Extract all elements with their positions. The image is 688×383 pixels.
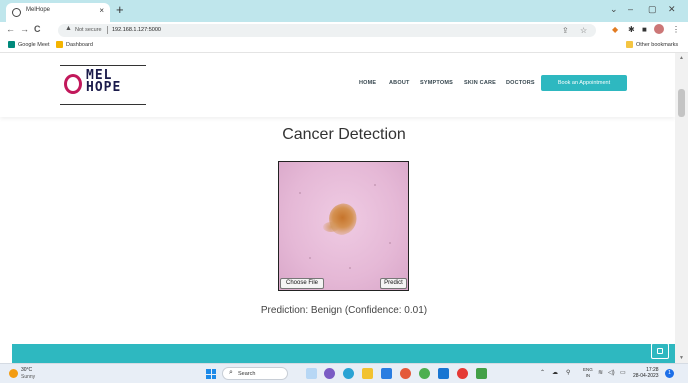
menu-dots-icon[interactable]: ⋮ <box>672 25 680 34</box>
chrome-icon[interactable] <box>400 368 411 379</box>
teams-chat-icon[interactable] <box>324 368 335 379</box>
other-bookmarks-label: Other bookmarks <box>636 41 679 48</box>
address-bar[interactable]: ▲ Not secure 192.168.1.127:5000 ⇪ ☆ <box>58 24 596 37</box>
url-text[interactable]: 192.168.1.127:5000 <box>112 27 161 33</box>
skin-speck <box>299 192 301 194</box>
skin-speck <box>374 184 376 186</box>
edge-icon[interactable] <box>343 368 354 379</box>
close-window-button[interactable]: ✕ <box>668 4 676 15</box>
site-logo[interactable]: MEL HOPE <box>60 65 146 105</box>
skin-speck <box>389 242 391 244</box>
wifi-icon[interactable]: ≋ <box>598 369 603 376</box>
nav-symptoms[interactable]: SYMPTOMS <box>420 80 453 86</box>
bookmark-label: Google Meet <box>18 41 50 48</box>
sun-icon[interactable] <box>9 369 18 378</box>
battery-icon[interactable]: ▭ <box>620 369 626 376</box>
browser-tab-bar: MelHope × + ⌄ – ▢ ✕ <box>0 0 688 22</box>
page-scrollbar[interactable]: ▲ ▼ <box>675 53 688 363</box>
security-label: Not secure <box>75 26 102 33</box>
tray-chevron-icon[interactable]: ⌃ <box>540 369 545 376</box>
folder-icon <box>626 41 633 48</box>
tab-search-icon[interactable]: ⌄ <box>610 4 618 15</box>
tab-close-icon[interactable]: × <box>99 6 104 15</box>
back-to-top-button[interactable] <box>651 343 669 359</box>
dashboard-icon <box>56 41 63 48</box>
nav-skin-care[interactable]: SKIN CARE <box>464 80 496 86</box>
bookmark-label: Dashboard <box>66 41 93 48</box>
browser-tab[interactable]: MelHope × <box>6 3 110 22</box>
vscode-icon[interactable] <box>438 368 449 379</box>
store-icon[interactable] <box>381 368 392 379</box>
logo-ring-icon <box>64 74 82 94</box>
browser-toolbar: ← → C ▲ Not secure 192.168.1.127:5000 ⇪ … <box>0 22 688 39</box>
predict-button[interactable]: Predict <box>380 278 407 289</box>
bookmark-dashboard[interactable]: Dashboard <box>56 41 93 48</box>
address-divider <box>107 26 108 34</box>
nav-doctors[interactable]: DOCTORS <box>506 80 535 86</box>
bookmark-google-meet[interactable]: Google Meet <box>8 41 50 48</box>
notification-badge[interactable]: 1 <box>665 369 674 378</box>
file-explorer-icon[interactable] <box>362 368 373 379</box>
task-view-icon[interactable] <box>306 368 317 379</box>
os-taskbar: 30°C Sunny ⌕ Search ⌃ ☁ ⚲ ENG IN ≋ ◁) ▭ … <box>0 363 688 383</box>
site-header: MEL HOPE HOME ABOUT SYMPTOMS SKIN CARE D… <box>0 53 675 117</box>
nav-about[interactable]: ABOUT <box>389 80 410 86</box>
other-bookmarks[interactable]: Other bookmarks <box>626 41 678 48</box>
scroll-up-icon[interactable]: ▲ <box>679 55 684 61</box>
lesion-spot-secondary <box>323 222 339 232</box>
choose-file-button[interactable]: Choose File <box>280 278 324 289</box>
bookmark-star-icon[interactable]: ☆ <box>580 26 587 35</box>
app-red-icon[interactable] <box>457 368 468 379</box>
logo-text-hope: HOPE <box>86 80 122 95</box>
prediction-result: Prediction: Benign (Confidence: 0.01) <box>260 305 428 316</box>
windows-start-icon[interactable] <box>206 369 216 379</box>
scrollbar-thumb[interactable] <box>678 89 685 117</box>
app-green-icon[interactable] <box>476 368 487 379</box>
bookmarks-bar: Google Meet Dashboard Other bookmarks <box>0 39 688 53</box>
forward-button[interactable]: → <box>20 24 29 34</box>
extension-fox-icon[interactable]: ◆ <box>612 25 618 34</box>
tab-title: MelHope <box>26 7 51 13</box>
chrome-alt-icon[interactable] <box>419 368 430 379</box>
usb-icon[interactable]: ⚲ <box>566 369 570 376</box>
profile-avatar[interactable] <box>654 24 664 34</box>
page-title: Cancer Detection <box>282 126 406 143</box>
nav-home[interactable]: HOME <box>359 80 376 86</box>
new-tab-button[interactable]: + <box>116 2 124 18</box>
reload-button[interactable]: C <box>34 24 41 34</box>
taskbar-search[interactable]: ⌕ Search <box>222 367 288 380</box>
weather-condition[interactable]: Sunny <box>21 374 35 380</box>
square-icon <box>657 348 663 354</box>
system-clock[interactable]: 17:28 28-04-2023 <box>633 367 659 379</box>
skin-speck <box>309 257 311 259</box>
scroll-down-icon[interactable]: ▼ <box>679 355 684 361</box>
book-appointment-button[interactable]: Book an Appointment <box>541 75 627 91</box>
back-button[interactable]: ← <box>6 24 15 34</box>
region-code: IN <box>585 373 591 378</box>
skin-lesion-image <box>278 161 409 291</box>
language-indicator[interactable]: ENG IN <box>583 367 593 379</box>
volume-icon[interactable]: ◁) <box>608 369 615 376</box>
taskbar-search-label: Search <box>238 371 256 377</box>
google-meet-icon <box>8 41 15 48</box>
clock-date: 28-04-2023 <box>633 373 659 379</box>
onedrive-icon[interactable]: ☁ <box>552 369 558 376</box>
footer-band <box>12 344 675 363</box>
weather-temperature[interactable]: 30°C <box>21 367 32 373</box>
share-icon[interactable]: ⇪ <box>562 26 569 35</box>
tab-favicon-icon <box>12 8 21 17</box>
skin-speck <box>349 267 351 269</box>
maximize-button[interactable]: ▢ <box>648 4 657 15</box>
sidepanel-icon[interactable]: ■ <box>642 25 647 34</box>
minimize-button[interactable]: – <box>628 4 633 14</box>
search-icon: ⌕ <box>229 369 233 376</box>
extensions-puzzle-icon[interactable]: ✱ <box>628 25 635 34</box>
page-viewport: MEL HOPE HOME ABOUT SYMPTOMS SKIN CARE D… <box>0 53 675 363</box>
warning-icon: ▲ <box>65 25 72 32</box>
